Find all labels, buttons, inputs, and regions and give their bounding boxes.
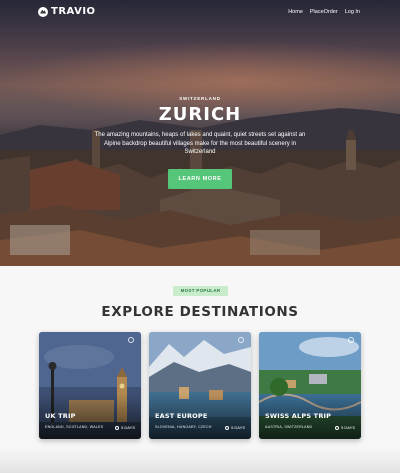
card-duration: 5 DAYS (335, 425, 355, 430)
card-location: SLOVENIA, HUNGARY, CZECH (155, 425, 212, 429)
card-uk-trip[interactable]: UK TRIP ENGLAND, SCOTLAND, WALES 5 DAYS (39, 332, 141, 439)
info-icon[interactable] (128, 337, 134, 343)
hero-title: ZURICH (158, 104, 242, 125)
hero-banner: TRAVIO Home PlaceOrder Log In SWITZERLAN… (0, 0, 400, 266)
bottom-fade (0, 446, 400, 473)
hero-description: The amazing mountains, heaps of lakes an… (94, 132, 306, 155)
info-icon[interactable] (238, 337, 244, 343)
card-location: ENGLAND, SCOTLAND, WALES (45, 425, 104, 429)
card-title: EAST EUROPE (155, 412, 208, 420)
nav-links: Home PlaceOrder Log In (288, 9, 360, 15)
most-popular-badge: MOST POPULAR (173, 286, 228, 296)
nav-link-log-in[interactable]: Log In (345, 9, 360, 15)
mountain-logo-icon (38, 6, 48, 17)
card-days: 5 DAYS (231, 425, 245, 430)
card-swiss-alps[interactable]: SWISS ALPS TRIP AUSTRIA, SWITZERLAND 5 D… (259, 332, 361, 439)
card-days: 5 DAYS (341, 425, 355, 430)
info-icon[interactable] (348, 337, 354, 343)
section-title: EXPLORE DESTINATIONS (101, 304, 299, 320)
clock-icon (225, 425, 230, 430)
card-east-europe[interactable]: EAST EUROPE SLOVENIA, HUNGARY, CZECH 5 D… (149, 332, 251, 439)
top-nav: TRAVIO Home PlaceOrder Log In (0, 6, 400, 20)
destination-cards: UK TRIP ENGLAND, SCOTLAND, WALES 5 DAYS … (39, 332, 361, 439)
clock-icon (335, 425, 340, 430)
card-title: SWISS ALPS TRIP (265, 412, 332, 420)
card-title: UK TRIP (45, 412, 76, 420)
hero-subtitle: SWITZERLAND (179, 96, 221, 101)
card-duration: 5 DAYS (115, 425, 135, 430)
destinations-section: MOST POPULAR EXPLORE DESTINATIONS UK TRI… (0, 266, 400, 473)
learn-more-button[interactable]: LEARN MORE (167, 168, 233, 189)
clock-icon (115, 425, 120, 430)
nav-link-home[interactable]: Home (288, 9, 303, 15)
logo-text: TRAVIO (51, 6, 96, 17)
card-location: AUSTRIA, SWITZERLAND (265, 425, 313, 429)
nav-link-place-order[interactable]: PlaceOrder (310, 9, 338, 15)
card-duration: 5 DAYS (225, 425, 245, 430)
card-days: 5 DAYS (121, 425, 135, 430)
hero-content: SWITZERLAND ZURICH The amazing mountains… (0, 96, 400, 189)
logo[interactable]: TRAVIO (38, 6, 96, 17)
